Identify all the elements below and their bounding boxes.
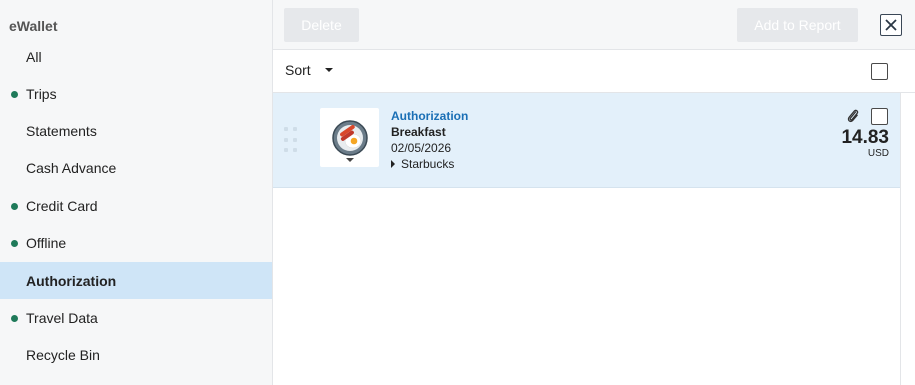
sidebar-item-label: Statements <box>26 122 97 139</box>
toolbar: Delete Add to Report <box>273 0 915 50</box>
chevron-down-icon <box>324 68 333 72</box>
sidebar-item-travel-data[interactable]: Travel Data <box>0 299 272 336</box>
sidebar-item-authorization[interactable]: Authorization <box>0 262 272 299</box>
expense-date: 02/05/2026 <box>391 141 452 155</box>
expense-amount: 14.83 <box>841 127 889 148</box>
chevron-down-icon[interactable] <box>346 158 354 162</box>
vendor-toggle[interactable]: Starbucks <box>391 156 468 172</box>
sidebar-item-label: Trips <box>26 85 57 102</box>
expense-category: Breakfast <box>391 125 446 139</box>
sidebar-title: eWallet <box>9 18 58 34</box>
paperclip-icon[interactable] <box>846 108 860 124</box>
sidebar-item-label: Authorization <box>26 272 117 289</box>
close-icon <box>885 19 897 31</box>
expense-details: Authorization Breakfast 02/05/2026 Starb… <box>391 108 468 172</box>
add-to-report-button[interactable]: Add to Report <box>737 8 858 42</box>
sidebar: eWallet All Trips Statements Cash Advanc… <box>0 0 273 385</box>
expense-vendor: Starbucks <box>401 157 455 171</box>
expense-checkbox[interactable] <box>871 108 888 125</box>
breakfast-plate-icon <box>331 119 368 156</box>
sidebar-item-label: Credit Card <box>26 197 98 214</box>
sidebar-item-label: All <box>26 48 42 65</box>
sidebar-item-statements[interactable]: Statements <box>0 112 272 149</box>
expense-type-link[interactable]: Authorization <box>391 108 468 124</box>
sidebar-item-cash-advance[interactable]: Cash Advance <box>0 149 272 186</box>
sidebar-item-offline[interactable]: Offline <box>0 224 272 261</box>
sort-label: Sort <box>285 62 311 78</box>
receipt-thumbnail[interactable] <box>320 108 379 167</box>
delete-button[interactable]: Delete <box>284 8 359 42</box>
status-dot <box>11 90 18 98</box>
close-button[interactable] <box>880 14 902 36</box>
sidebar-item-recycle-bin[interactable]: Recycle Bin <box>0 336 272 373</box>
sidebar-item-label: Offline <box>26 234 67 251</box>
sidebar-item-trips[interactable]: Trips <box>0 75 272 112</box>
sidebar-item-credit-card[interactable]: Credit Card <box>0 187 272 224</box>
expense-currency: USD <box>867 148 889 159</box>
expense-card[interactable]: Authorization Breakfast 02/05/2026 Starb… <box>273 93 900 188</box>
sidebar-item-label: Cash Advance <box>26 159 117 176</box>
sort-bar: Sort <box>273 50 915 93</box>
chevron-right-icon <box>391 160 395 168</box>
drag-handle-icon[interactable] <box>284 127 298 155</box>
sidebar-item-all[interactable]: All <box>0 38 272 75</box>
sidebar-item-label: Recycle Bin <box>26 346 100 363</box>
status-dot <box>11 239 18 247</box>
scrollbar[interactable] <box>900 93 915 385</box>
sort-dropdown[interactable]: Sort <box>285 62 333 78</box>
status-dot <box>11 202 18 210</box>
sidebar-item-label: Travel Data <box>26 309 98 326</box>
status-dot <box>11 314 18 322</box>
select-all-checkbox[interactable] <box>871 63 888 80</box>
